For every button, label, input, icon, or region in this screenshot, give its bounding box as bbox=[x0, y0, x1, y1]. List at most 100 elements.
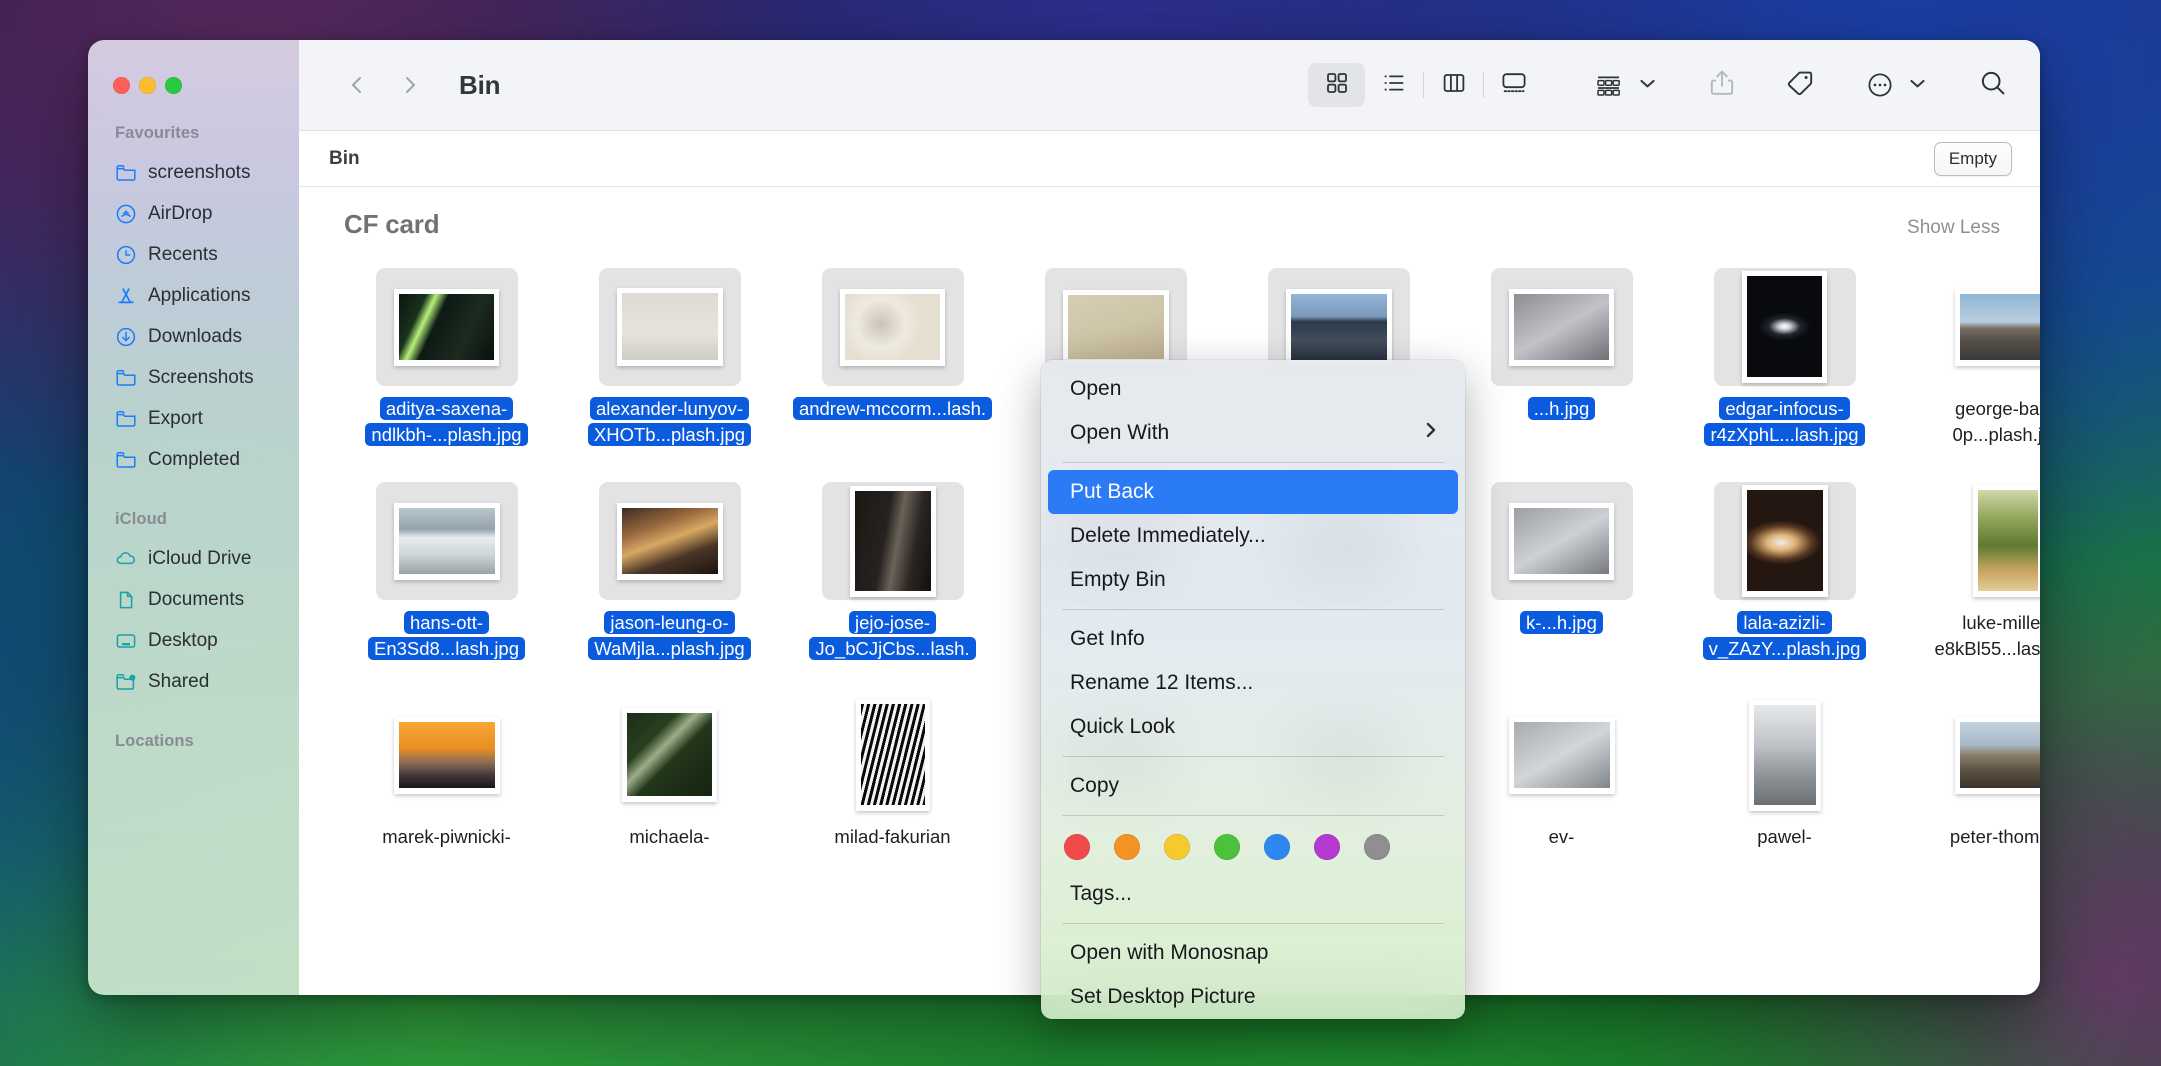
photo-thumbnail bbox=[1954, 716, 2040, 794]
thumbnail-container[interactable] bbox=[1490, 268, 1633, 386]
empty-bin-button[interactable]: Empty bbox=[1933, 141, 2012, 176]
file-item[interactable]: edgar-infocus-r4zXphL...lash.jpg bbox=[1673, 262, 1896, 448]
thumbnail-container[interactable] bbox=[821, 482, 964, 600]
file-name: jason-leung-o-WaMjla...plash.jpg bbox=[567, 610, 772, 662]
file-item[interactable]: milad-fakurian bbox=[781, 690, 1004, 850]
thumbnail-container[interactable] bbox=[375, 268, 518, 386]
thumbnail-container[interactable] bbox=[598, 268, 741, 386]
thumbnail-container[interactable] bbox=[1714, 696, 1856, 814]
file-item[interactable]: andrew-mccorm...lash. bbox=[781, 262, 1004, 448]
menu-item-get-info[interactable]: Get Info bbox=[1048, 617, 1458, 661]
menu-item-open-with[interactable]: Open With bbox=[1048, 411, 1458, 455]
menu-item-open[interactable]: Open bbox=[1048, 367, 1458, 411]
file-item[interactable]: jason-leung-o-WaMjla...plash.jpg bbox=[558, 476, 781, 662]
file-item[interactable]: pawel- bbox=[1673, 690, 1896, 850]
menu-separator bbox=[1062, 462, 1444, 463]
thumbnail-container[interactable] bbox=[1937, 482, 2040, 600]
file-item[interactable]: luke-miller-e8kBl55...lash.jpg bbox=[1896, 476, 2040, 662]
menu-item-label: Get Info bbox=[1070, 627, 1145, 650]
thumbnail-container[interactable] bbox=[822, 696, 964, 814]
thumbnail-container[interactable] bbox=[1713, 482, 1856, 600]
file-item[interactable]: michaela- bbox=[558, 690, 781, 850]
zoom-button[interactable] bbox=[165, 77, 182, 94]
list-view-button[interactable] bbox=[1365, 63, 1422, 107]
close-button[interactable] bbox=[113, 77, 130, 94]
sidebar-item-documents[interactable]: Documents bbox=[88, 579, 299, 620]
menu-item-set-desktop-picture[interactable]: Set Desktop Picture bbox=[1048, 975, 1458, 1019]
thumbnail-container[interactable] bbox=[821, 268, 964, 386]
sidebar-item-desktop[interactable]: Desktop bbox=[88, 620, 299, 661]
menu-item-quick-look[interactable]: Quick Look bbox=[1048, 705, 1458, 749]
menu-item-label: Tags... bbox=[1070, 882, 1132, 905]
thumbnail-container[interactable] bbox=[1937, 268, 2040, 386]
file-item[interactable]: jejo-jose-Jo_bCJjCbs...lash. bbox=[781, 476, 1004, 662]
back-button[interactable] bbox=[346, 74, 368, 96]
menu-item-put-back[interactable]: Put Back bbox=[1048, 470, 1458, 514]
sidebar-item-airdrop[interactable]: AirDrop bbox=[88, 193, 299, 234]
show-less-link[interactable]: Show Less bbox=[1907, 217, 2000, 239]
thumbnail-container[interactable] bbox=[1491, 696, 1633, 814]
minimize-button[interactable] bbox=[139, 77, 156, 94]
file-item[interactable]: k-...h.jpg bbox=[1450, 476, 1673, 662]
file-name: k-...h.jpg bbox=[1520, 610, 1603, 636]
group-by-control[interactable] bbox=[1588, 63, 1656, 107]
file-item[interactable]: ev- bbox=[1450, 690, 1673, 850]
thumbnail-container[interactable] bbox=[1490, 482, 1633, 600]
thumbnail-container[interactable] bbox=[598, 482, 741, 600]
thumbnail-container[interactable] bbox=[375, 482, 518, 600]
file-item[interactable]: alexander-lunyov-XHOTb...plash.jpg bbox=[558, 262, 781, 448]
file-item[interactable]: hans-ott-En3Sd8...lash.jpg bbox=[335, 476, 558, 662]
tag-color-red[interactable] bbox=[1064, 834, 1090, 860]
share-button[interactable] bbox=[1702, 63, 1742, 107]
tag-color-grey[interactable] bbox=[1364, 834, 1390, 860]
icon-view-button[interactable] bbox=[1308, 63, 1365, 107]
tag-color-orange[interactable] bbox=[1114, 834, 1140, 860]
column-view-button[interactable] bbox=[1425, 63, 1482, 107]
file-item[interactable]: george-bale-0p...plash.jpg bbox=[1896, 262, 2040, 448]
gallery-view-button[interactable] bbox=[1485, 63, 1542, 107]
tag-color-green[interactable] bbox=[1214, 834, 1240, 860]
sidebar-item-screenshots[interactable]: Screenshots bbox=[88, 357, 299, 398]
sidebar-item-export[interactable]: Export bbox=[88, 398, 299, 439]
file-item[interactable]: ...h.jpg bbox=[1450, 262, 1673, 448]
menu-item-label: Put Back bbox=[1070, 480, 1155, 503]
sidebar-item-icloud-drive[interactable]: iCloud Drive bbox=[88, 538, 299, 579]
tags-button[interactable] bbox=[1780, 63, 1822, 107]
thumbnail-container[interactable] bbox=[1937, 696, 2040, 814]
thumbnail-container[interactable] bbox=[1713, 268, 1856, 386]
folder-icon bbox=[115, 162, 137, 184]
tag-color-purple[interactable] bbox=[1314, 834, 1340, 860]
toolbar-title: Bin bbox=[459, 69, 501, 100]
thumbnail-container[interactable] bbox=[599, 696, 741, 814]
menu-item-tags[interactable]: Tags... bbox=[1048, 872, 1458, 916]
sidebar-item-shared[interactable]: Shared bbox=[88, 661, 299, 702]
forward-button[interactable] bbox=[399, 74, 421, 96]
menu-item-rename-items[interactable]: Rename 12 Items... bbox=[1048, 661, 1458, 705]
file-item[interactable]: lala-azizli-v_ZAzY...plash.jpg bbox=[1673, 476, 1896, 662]
more-actions-control[interactable] bbox=[1860, 63, 1926, 107]
tag-color-blue[interactable] bbox=[1264, 834, 1290, 860]
sidebar-item-label: Completed bbox=[148, 448, 240, 470]
window-controls bbox=[88, 40, 299, 94]
thumbnail-container[interactable] bbox=[376, 696, 518, 814]
photo-thumbnail bbox=[849, 485, 936, 597]
file-name: alexander-lunyov-XHOTb...plash.jpg bbox=[567, 396, 772, 448]
menu-item-copy[interactable]: Copy bbox=[1048, 764, 1458, 808]
file-name: pawel- bbox=[1757, 826, 1812, 847]
sidebar-item-recents[interactable]: Recents bbox=[88, 234, 299, 275]
sidebar-item-screenshots-lower[interactable]: screenshots bbox=[88, 152, 299, 193]
menu-item-open-with-monosnap[interactable]: Open with Monosnap bbox=[1048, 931, 1458, 975]
file-item[interactable]: marek-piwnicki- bbox=[335, 690, 558, 850]
file-name: ev- bbox=[1548, 826, 1575, 847]
menu-item-delete-immediately[interactable]: Delete Immediately... bbox=[1048, 514, 1458, 558]
menu-item-empty-bin[interactable]: Empty Bin bbox=[1048, 558, 1458, 602]
file-item[interactable]: peter-thomas- bbox=[1896, 690, 2040, 850]
photo-thumbnail bbox=[616, 502, 723, 580]
file-item[interactable]: aditya-saxena-ndlkbh-...plash.jpg bbox=[335, 262, 558, 448]
finder-toolbar: Bin bbox=[299, 40, 2040, 131]
sidebar-item-completed[interactable]: Completed bbox=[88, 439, 299, 480]
search-button[interactable] bbox=[1972, 63, 2014, 107]
sidebar-item-downloads[interactable]: Downloads bbox=[88, 316, 299, 357]
sidebar-item-applications[interactable]: Applications bbox=[88, 275, 299, 316]
tag-color-yellow[interactable] bbox=[1164, 834, 1190, 860]
